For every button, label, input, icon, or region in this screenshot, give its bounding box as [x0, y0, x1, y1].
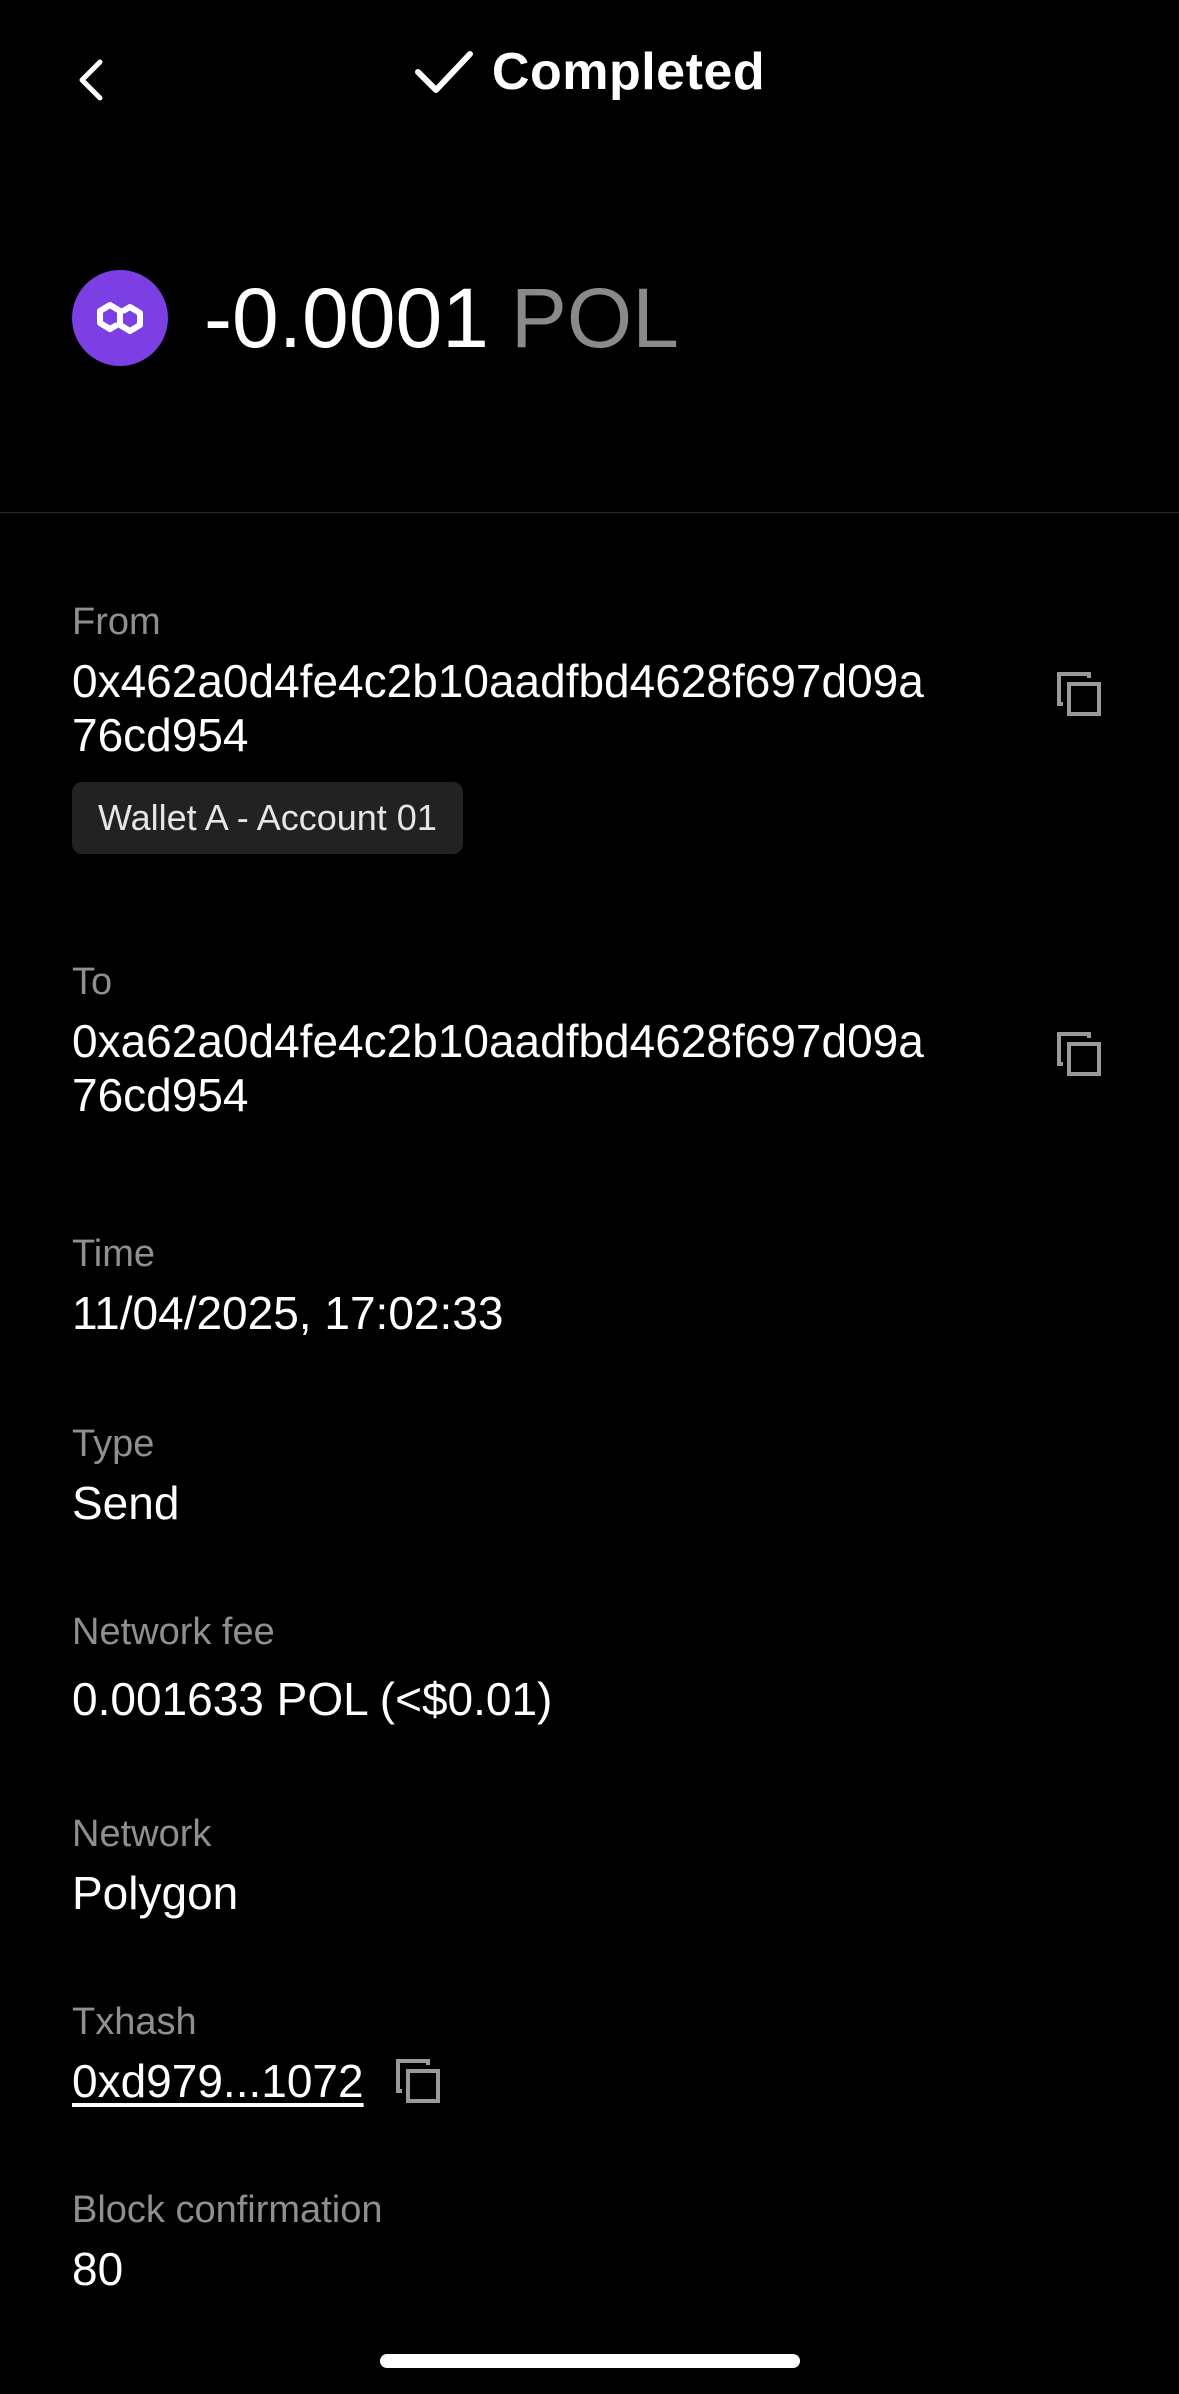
- from-address: 0x462a0d4fe4c2b10aadfbd4628f697d09a76cd9…: [72, 655, 924, 761]
- amount-symbol: POL: [510, 271, 679, 365]
- block-confirmation-value: 80: [72, 2243, 124, 2295]
- to-field: To 0xa62a0d4fe4c2b10aadfbd4628f697d09a76…: [72, 958, 1107, 1122]
- time-value: 11/04/2025, 17:02:33: [72, 1287, 504, 1339]
- from-field: From 0x462a0d4fe4c2b10aadfbd4628f697d09a…: [72, 598, 1107, 854]
- home-indicator[interactable]: [380, 2354, 800, 2368]
- copy-icon: [395, 2059, 440, 2103]
- status-title: Completed: [0, 42, 1179, 102]
- network-label: Network: [72, 1813, 212, 1855]
- network-field: Network Polygon: [72, 1810, 1107, 1920]
- page-title: Completed: [491, 43, 766, 101]
- amount-value: -0.0001: [204, 271, 489, 365]
- to-address: 0xa62a0d4fe4c2b10aadfbd4628f697d09a76cd9…: [72, 1015, 924, 1121]
- amount-summary: -0.0001 POL: [72, 270, 679, 366]
- type-label: Type: [72, 1423, 155, 1465]
- to-label: To: [72, 961, 113, 1003]
- checkmark-icon: [414, 51, 473, 93]
- txhash-field: Txhash 0xd979...1072: [72, 1998, 1107, 2108]
- txhash-link[interactable]: 0xd979...1072: [72, 2054, 364, 2108]
- from-label: From: [72, 601, 161, 643]
- time-label: Time: [72, 1233, 156, 1275]
- block-confirmation-field: Block confirmation 80: [72, 2186, 1107, 2296]
- copy-to-button[interactable]: [1051, 1026, 1107, 1082]
- account-badge: Wallet A - Account 01: [72, 782, 463, 854]
- time-field: Time 11/04/2025, 17:02:33: [72, 1230, 1107, 1340]
- block-confirmation-label: Block confirmation: [72, 2189, 383, 2231]
- type-field: Type Send: [72, 1420, 1107, 1530]
- copy-txhash-button[interactable]: [394, 2057, 442, 2105]
- transaction-amount: -0.0001 POL: [204, 270, 679, 366]
- header: Completed: [0, 0, 1179, 165]
- network-fee-field: Network fee 0.001633 POL (<$0.01): [72, 1608, 1107, 1726]
- txhash-label: Txhash: [72, 2001, 197, 2043]
- type-value: Send: [72, 1477, 180, 1529]
- network-fee-value: 0.001633 POL (<$0.01): [72, 1673, 553, 1725]
- polygon-logo-icon: [72, 270, 168, 366]
- copy-icon: [1057, 672, 1101, 716]
- copy-icon: [1057, 1032, 1101, 1076]
- copy-from-button[interactable]: [1051, 666, 1107, 722]
- txhash-row: 0xd979...1072: [72, 2054, 1107, 2108]
- network-fee-label: Network fee: [72, 1611, 275, 1653]
- network-value: Polygon: [72, 1867, 239, 1919]
- divider: [0, 512, 1179, 513]
